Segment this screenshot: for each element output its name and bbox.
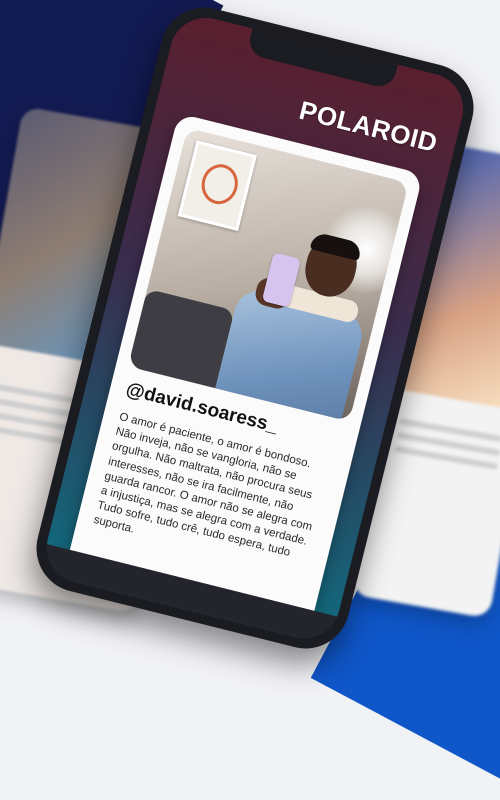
person-taking-selfie: [195, 213, 384, 422]
phone-notch: [246, 28, 398, 90]
post-photo: [127, 127, 409, 422]
post-caption: O amor é paciente, o amor é bondoso. Não…: [92, 411, 314, 560]
wall-art-scribble: [197, 160, 243, 208]
